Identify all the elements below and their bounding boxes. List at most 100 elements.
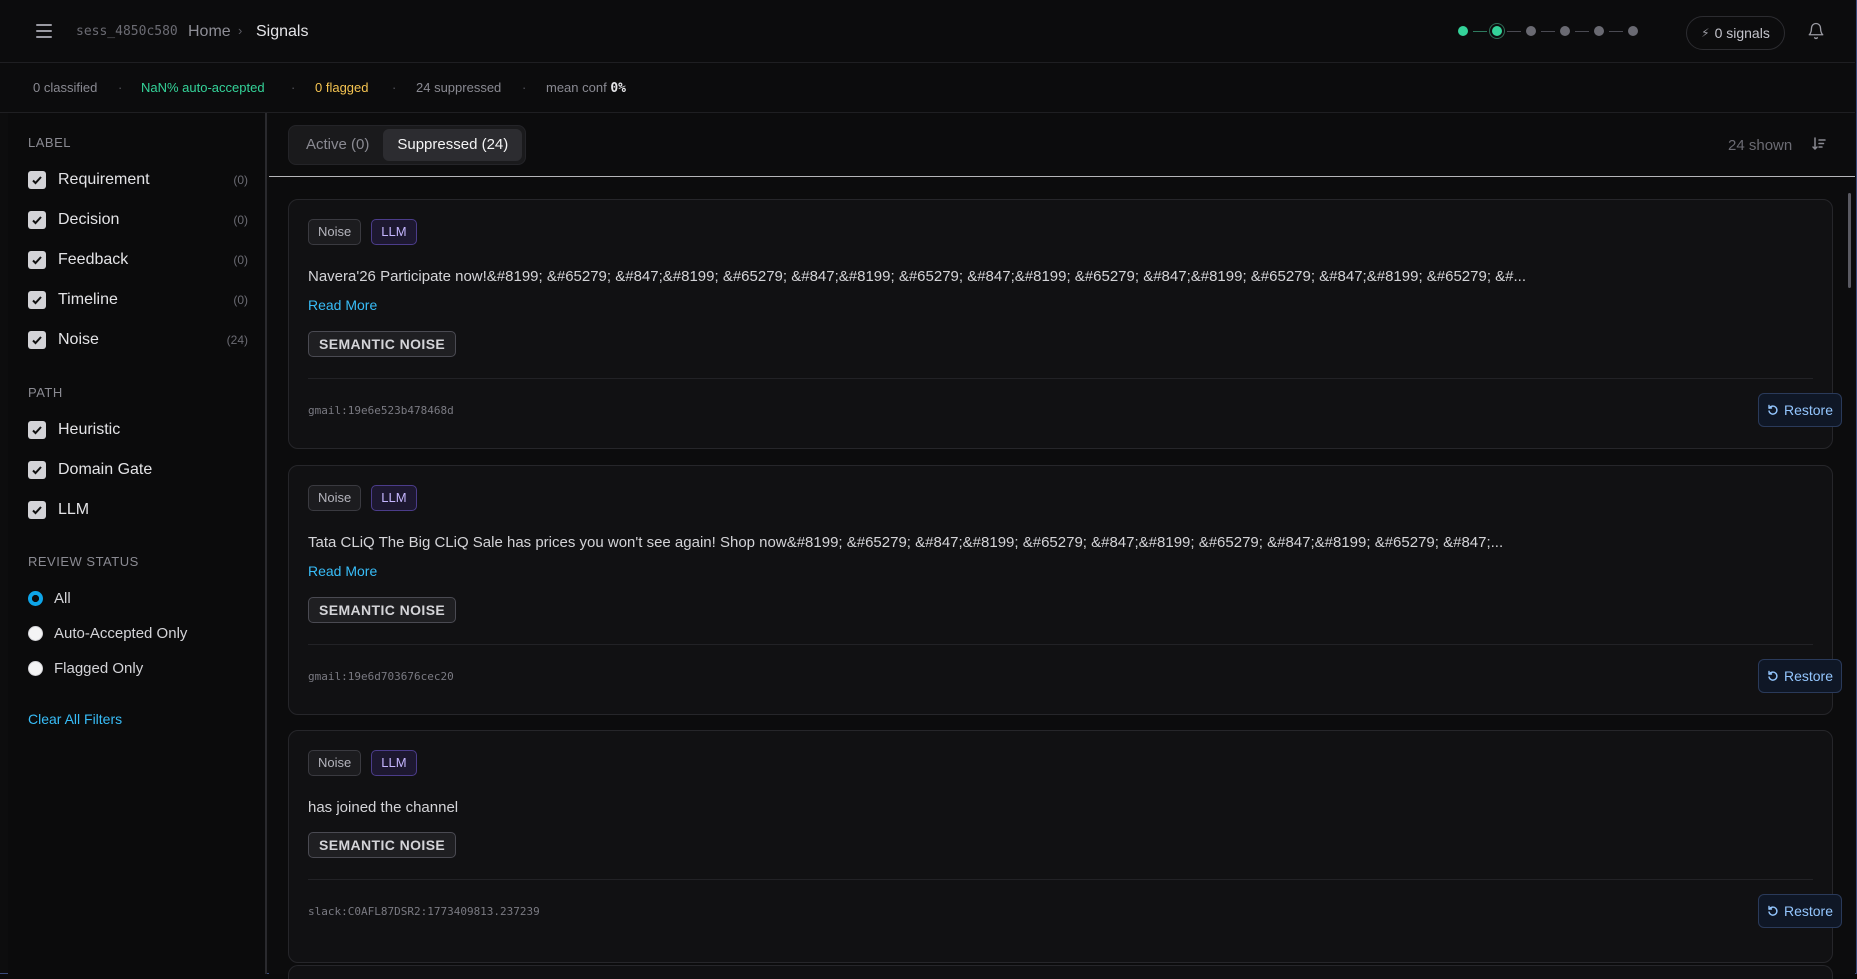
signal-card: Noise LLM has joined the channel SEMANTI… xyxy=(288,730,1842,963)
sort-descending-icon[interactable] xyxy=(1811,136,1827,152)
pipeline-step-dot xyxy=(1560,26,1570,36)
hamburger-menu-icon[interactable] xyxy=(36,24,52,38)
checkbox-checked-icon[interactable] xyxy=(28,211,46,229)
checkbox-checked-icon[interactable] xyxy=(28,291,46,309)
signal-source-id: gmail:19e6d703676cec20 xyxy=(308,670,454,683)
signal-text: Tata CLiQ The Big CLiQ Sale has prices y… xyxy=(308,534,1504,551)
filter-label-text: Timeline xyxy=(58,291,118,308)
label-tag: Noise xyxy=(308,219,362,245)
checkbox-checked-icon[interactable] xyxy=(28,501,46,519)
pipeline-step-dot xyxy=(1594,26,1604,36)
app-window: sess_4850c580 Home › Signals ⚡︎ 0 signal… xyxy=(0,0,1857,979)
restore-button[interactable]: Restore xyxy=(1758,894,1842,928)
path-tag: LLM xyxy=(371,485,417,511)
filter-label-text: Decision xyxy=(58,211,120,228)
radio-selected-icon[interactable] xyxy=(28,590,43,606)
top-bar: sess_4850c580 Home › Signals ⚡︎ 0 signal… xyxy=(0,0,1855,63)
signal-tags: Noise LLM xyxy=(308,750,417,776)
filter-label-timeline[interactable]: Timeline (0) xyxy=(28,288,248,312)
checkbox-checked-icon[interactable] xyxy=(28,251,46,269)
breadcrumb-home[interactable]: Home xyxy=(188,23,231,41)
filter-path-text: LLM xyxy=(58,501,90,518)
scrollbar-track[interactable] xyxy=(1846,178,1852,974)
path-section-title: PATH xyxy=(28,385,63,400)
stat-separator: · xyxy=(118,80,123,95)
checkbox-checked-icon[interactable] xyxy=(28,421,46,439)
scrollbar-thumb[interactable] xyxy=(1848,193,1851,288)
restore-button-label: Restore xyxy=(1783,668,1834,684)
main-content: Active (0) Suppressed (24) 24 shown Nois… xyxy=(269,113,1855,979)
pipeline-step-dot xyxy=(1628,26,1638,36)
pipeline-step-connector xyxy=(1507,30,1521,32)
radio-unselected-icon[interactable] xyxy=(28,660,43,676)
review-option-auto-accepted[interactable]: Auto-Accepted Only xyxy=(28,622,187,644)
stat-separator: · xyxy=(522,80,527,95)
signal-tabs: Active (0) Suppressed (24) xyxy=(288,125,527,165)
filter-path-llm[interactable]: LLM xyxy=(28,498,248,522)
bell-icon[interactable] xyxy=(1807,22,1825,40)
stat-suppressed: 24 suppressed xyxy=(416,80,502,95)
signal-source-id: gmail:19e6e523b478468d xyxy=(308,404,454,417)
radio-unselected-icon[interactable] xyxy=(28,625,43,641)
signal-card: Noise LLM Navera'26 Participate now!&#81… xyxy=(288,199,1842,449)
filter-path-domain-gate[interactable]: Domain Gate xyxy=(28,458,248,482)
filter-label-text: Requirement xyxy=(58,171,150,188)
filter-label-noise[interactable]: Noise (24) xyxy=(28,328,248,352)
review-option-label: All xyxy=(54,589,71,607)
review-option-flagged[interactable]: Flagged Only xyxy=(28,657,143,679)
filter-label-feedback[interactable]: Feedback (0) xyxy=(28,248,248,272)
filter-path-text: Domain Gate xyxy=(58,461,153,478)
tab-suppressed[interactable]: Suppressed (24) xyxy=(383,129,523,161)
restore-button[interactable]: Restore xyxy=(1758,393,1842,427)
pipeline-step-connector xyxy=(1575,30,1589,32)
shown-count: 24 shown xyxy=(1728,137,1793,154)
classification-badge: SEMANTIC NOISE xyxy=(308,597,457,623)
filter-label-text: Feedback xyxy=(58,251,129,268)
clear-all-filters-link[interactable]: Clear All Filters xyxy=(28,711,122,727)
stat-classified: 0 classified xyxy=(33,80,98,95)
signal-tags: Noise LLM xyxy=(308,219,417,245)
label-section-title: LABEL xyxy=(28,135,71,150)
filter-label-count: (0) xyxy=(233,213,248,227)
pipeline-steps xyxy=(1458,26,1638,36)
restore-icon xyxy=(1768,404,1778,415)
path-tag: LLM xyxy=(371,219,417,245)
tab-active[interactable]: Active (0) xyxy=(292,129,383,161)
pipeline-step-connector xyxy=(1473,30,1487,32)
review-option-label: Auto-Accepted Only xyxy=(54,624,188,642)
stat-separator: · xyxy=(291,80,296,95)
stats-bar: 0 classified · NaN% auto-accepted · 0 fl… xyxy=(0,63,1855,113)
label-tag: Noise xyxy=(308,750,362,776)
checkbox-checked-icon[interactable] xyxy=(28,171,46,189)
signal-text: Navera'26 Participate now!&#8199; &#6527… xyxy=(308,268,1527,285)
filter-label-decision[interactable]: Decision (0) xyxy=(28,208,248,232)
signal-card: Noise LLM Tata CLiQ The Big CLiQ Sale ha… xyxy=(288,465,1842,715)
restore-button-label: Restore xyxy=(1783,402,1834,418)
path-tag: LLM xyxy=(371,750,417,776)
read-more-link[interactable]: Read More xyxy=(308,297,377,313)
bolt-icon: ⚡︎ xyxy=(1701,26,1710,40)
stat-mean-conf-value: 0% xyxy=(610,81,626,96)
checkbox-checked-icon[interactable] xyxy=(28,461,46,479)
card-divider xyxy=(308,644,1813,645)
signal-tags: Noise LLM xyxy=(308,485,417,511)
signal-card xyxy=(288,965,1833,979)
classification-badge: SEMANTIC NOISE xyxy=(308,331,457,357)
pipeline-step-dot xyxy=(1526,26,1536,36)
tabs-divider xyxy=(269,176,1855,177)
signal-text: has joined the channel xyxy=(308,799,459,816)
review-option-all[interactable]: All xyxy=(28,587,71,609)
filter-path-text: Heuristic xyxy=(58,421,121,438)
classification-badge: SEMANTIC NOISE xyxy=(308,832,457,858)
stat-auto-accepted: NaN% auto-accepted xyxy=(141,80,265,95)
filter-label-count: (24) xyxy=(226,333,248,347)
signals-button-label: 0 signals xyxy=(1714,25,1770,41)
filter-label-requirement[interactable]: Requirement (0) xyxy=(28,168,248,192)
signals-button[interactable]: ⚡︎ 0 signals xyxy=(1686,16,1785,50)
stat-flagged: 0 flagged xyxy=(315,80,369,95)
checkbox-checked-icon[interactable] xyxy=(28,331,46,349)
filter-path-heuristic[interactable]: Heuristic xyxy=(28,418,248,442)
filter-sidebar: LABEL Requirement (0) Decision (0) Feedb… xyxy=(8,113,267,974)
read-more-link[interactable]: Read More xyxy=(308,563,377,579)
restore-button[interactable]: Restore xyxy=(1758,659,1842,693)
